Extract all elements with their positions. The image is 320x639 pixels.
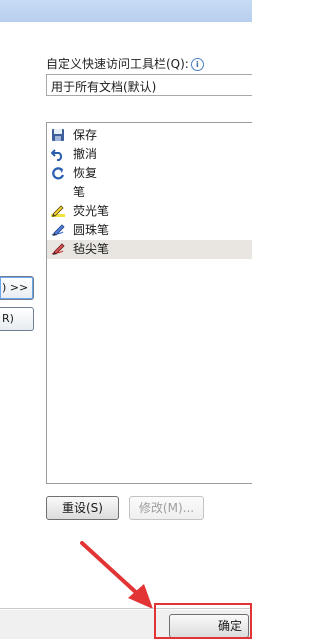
list-item-undo[interactable]: 撤消 — [47, 145, 252, 164]
annotation-highlight-box — [154, 603, 252, 639]
list-item-label: 荧光笔 — [73, 204, 110, 218]
list-item-save[interactable]: 保存 — [47, 126, 252, 145]
list-item-label: 保存 — [73, 128, 98, 142]
list-item-label: 毡尖笔 — [73, 242, 110, 256]
list-item-felt-tip-pen[interactable]: 毡尖笔 — [47, 240, 252, 259]
quick-access-toolbar-label-text: 自定义快速访问工具栏(Q): — [46, 57, 189, 71]
list-item-pen[interactable]: 笔 — [47, 183, 252, 202]
list-item-label: 撤消 — [73, 147, 98, 161]
remove-button-label: R) — [2, 312, 14, 325]
document-scope-value: 用于所有文档(默认) — [51, 80, 157, 94]
remove-button[interactable]: R) — [0, 307, 34, 331]
toolbar-commands-list[interactable]: 保存 撤消 恢复 笔 荧光笔 圆珠笔 毡尖笔 — [46, 122, 252, 484]
ballpoint-pen-icon — [51, 224, 65, 236]
title-strip — [0, 0, 252, 22]
reset-button[interactable]: 重设(S) — [46, 496, 119, 520]
list-item-label: 恢复 — [73, 166, 98, 180]
list-item-label: 圆珠笔 — [73, 223, 110, 237]
add-button-label: ) >> — [2, 281, 29, 294]
quick-access-toolbar-label: 自定义快速访问工具栏(Q): i — [46, 55, 204, 72]
highlighter-icon — [51, 205, 65, 217]
info-icon: i — [190, 58, 204, 71]
list-item-label: 笔 — [73, 185, 86, 199]
save-icon — [52, 129, 64, 141]
modify-button-label: 修改(M)... — [138, 501, 195, 515]
add-button[interactable]: ) >> — [0, 276, 34, 300]
list-item-ballpoint-pen[interactable]: 圆珠笔 — [47, 221, 252, 240]
felt-tip-pen-icon — [51, 243, 65, 255]
document-scope-dropdown[interactable]: 用于所有文档(默认) — [46, 74, 252, 96]
list-item-highlighter[interactable]: 荧光笔 — [47, 202, 252, 221]
modify-button[interactable]: 修改(M)... — [129, 496, 204, 520]
reset-button-label: 重设(S) — [62, 501, 103, 515]
list-item-redo[interactable]: 恢复 — [47, 164, 252, 183]
redo-icon — [52, 167, 65, 180]
undo-icon — [51, 149, 63, 161]
